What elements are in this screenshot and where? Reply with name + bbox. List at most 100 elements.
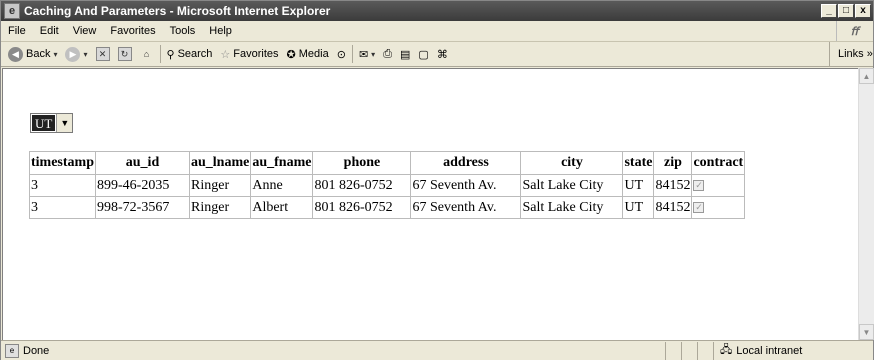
history-icon: ⊙ [336, 48, 346, 61]
cell-phone: 801 826-0752 [312, 196, 412, 219]
state-select[interactable]: UT ▼ [30, 113, 74, 133]
table-row: 3 899-46-2035 Ringer Anne 801 826-0752 6… [29, 174, 746, 197]
contract-checkbox: ✓ [693, 179, 705, 191]
window-controls: _ □ x [821, 4, 871, 18]
authors-table: timestamp au_id au_lname au_fname phone … [29, 151, 746, 219]
back-arrow-icon: ◀ [8, 46, 23, 62]
cell-state: UT [622, 174, 655, 197]
cell-timestamp: 3 [29, 174, 96, 197]
stop-button[interactable]: ✕ [92, 43, 114, 65]
contract-checkbox: ✓ [693, 201, 705, 213]
menu-favorites[interactable]: Favorites [103, 25, 162, 37]
media-button[interactable]: ✪ Media [283, 43, 333, 65]
discuss-icon: ▢ [418, 48, 429, 61]
scroll-up-icon[interactable]: ▲ [859, 68, 874, 84]
cell-address: 67 Seventh Av. [410, 174, 522, 197]
cell-zip: 84152 [653, 196, 693, 219]
page-done-icon: e [5, 343, 19, 358]
status-left: e Done [1, 343, 665, 358]
edit-icon: ▤ [400, 48, 411, 61]
forward-arrow-icon: ▶ [65, 46, 81, 62]
toolbar-separator [159, 45, 161, 63]
chevron-down-icon[interactable]: ▼ [56, 114, 73, 132]
security-zone: 🖧 Local intranet [713, 341, 873, 360]
status-pane [697, 341, 713, 360]
menu-tools[interactable]: Tools [163, 25, 203, 37]
standard-toolbar: ◀ Back ▾ ▶ ▾ ✕ ↻ ⌂ ⚲ Search ☆ Favorites … [1, 42, 873, 67]
chevron-down-icon: ▾ [371, 49, 376, 59]
cell-au-fname: Anne [250, 174, 314, 197]
print-button[interactable]: ⎙ [379, 43, 396, 65]
scroll-down-icon[interactable]: ▼ [859, 324, 874, 340]
search-label: Search [177, 48, 213, 60]
links-label: Links [838, 48, 864, 60]
title-bar[interactable]: e Caching And Parameters - Microsoft Int… [1, 1, 873, 21]
cell-timestamp: 3 [29, 196, 96, 219]
refresh-icon: ↻ [117, 47, 132, 61]
favorites-button[interactable]: ☆ Favorites [216, 43, 282, 65]
home-icon: ⌂ [143, 49, 150, 59]
menu-file[interactable]: File [1, 25, 33, 37]
local-intranet-icon: 🖧 [720, 344, 733, 356]
chevron-down-icon: ▾ [53, 49, 58, 59]
chevron-down-icon: ▾ [83, 49, 88, 59]
messenger-button[interactable]: ⌘ [433, 43, 452, 65]
state-select-value: UT [32, 115, 56, 131]
mail-icon: ✉ [358, 48, 369, 61]
windows-logo-icon: ﬀ [836, 21, 872, 41]
back-label: Back [26, 48, 51, 60]
forward-button[interactable]: ▶ ▾ [61, 43, 91, 65]
cell-zip: 84152 [653, 174, 693, 197]
back-button[interactable]: ◀ Back ▾ [4, 43, 61, 65]
cell-state: UT [622, 196, 655, 219]
window-title: Caching And Parameters - Microsoft Inter… [24, 4, 331, 18]
favorites-label: Favorites [233, 48, 279, 60]
history-button[interactable]: ⊙ [333, 43, 350, 65]
table-row: 3 998-72-3567 Ringer Albert 801 826-0752… [29, 196, 746, 219]
double-chevron-right-icon: » [866, 48, 873, 60]
status-pane [681, 341, 697, 360]
menu-bar: File Edit View Favorites Tools Help ﬀ [1, 21, 873, 42]
cell-au-fname: Albert [250, 196, 314, 219]
maximize-button[interactable]: □ [838, 4, 854, 18]
minimize-button[interactable]: _ [821, 4, 837, 18]
discuss-button[interactable]: ▢ [414, 43, 432, 65]
cell-contract: ✓ [691, 196, 746, 219]
stop-icon: ✕ [95, 47, 110, 61]
menu-edit[interactable]: Edit [33, 25, 66, 37]
status-pane [665, 341, 681, 360]
status-text: Done [23, 344, 50, 357]
edit-button[interactable]: ▤ [396, 43, 414, 65]
cell-au-id: 899-46-2035 [95, 174, 190, 197]
column-header-state: state [622, 151, 655, 175]
ie-page-icon: e [4, 3, 20, 19]
media-icon: ✪ [286, 48, 296, 61]
cell-au-lname: Ringer [188, 174, 252, 197]
column-header-phone: phone [312, 151, 412, 175]
star-icon: ☆ [220, 48, 231, 61]
column-header-city: city [520, 151, 624, 175]
menu-help[interactable]: Help [202, 25, 239, 37]
column-header-address: address [410, 151, 522, 175]
browser-window: e Caching And Parameters - Microsoft Int… [0, 0, 874, 360]
refresh-button[interactable]: ↻ [114, 43, 136, 65]
page-content: UT ▼ timestamp au_id au_lname au_fname p… [2, 68, 858, 340]
messenger-icon: ⌘ [436, 48, 448, 61]
column-header-au-id: au_id [95, 151, 190, 175]
cell-address: 67 Seventh Av. [410, 196, 522, 219]
column-header-zip: zip [653, 151, 693, 175]
vertical-scrollbar[interactable]: ▲ ▼ [858, 68, 874, 340]
close-button[interactable]: x [855, 4, 871, 18]
search-icon: ⚲ [166, 48, 175, 61]
column-header-au-lname: au_lname [188, 151, 252, 175]
links-button[interactable]: Links » [829, 42, 873, 66]
menu-view[interactable]: View [66, 25, 104, 37]
column-header-contract: contract [691, 151, 746, 175]
search-button[interactable]: ⚲ Search [163, 43, 217, 65]
home-button[interactable]: ⌂ [136, 43, 158, 65]
media-label: Media [298, 48, 329, 60]
cell-city: Salt Lake City [520, 174, 624, 197]
column-header-au-fname: au_fname [250, 151, 314, 175]
cell-phone: 801 826-0752 [312, 174, 412, 197]
mail-button[interactable]: ✉ ▾ [355, 43, 379, 65]
